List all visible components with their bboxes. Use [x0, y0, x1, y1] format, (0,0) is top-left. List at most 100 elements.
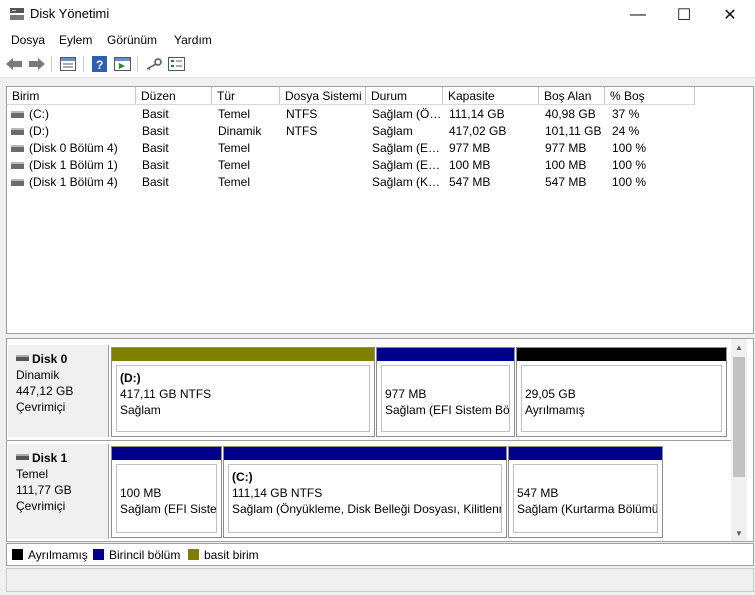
cell-duzen: Basit: [142, 124, 169, 138]
partition-bar: [377, 348, 514, 361]
disk-1-label[interactable]: Disk 1 Temel 111,77 GB Çevrimiçi: [8, 444, 109, 539]
cell-duzen: Basit: [142, 141, 169, 155]
column-header-tur[interactable]: Tür: [212, 87, 280, 105]
partition-bar: [112, 348, 374, 361]
menu-dosya[interactable]: Dosya: [11, 33, 45, 47]
column-header-durum[interactable]: Durum: [366, 87, 443, 105]
drive-icon: [11, 128, 24, 135]
cell-birim: (C:): [29, 107, 49, 121]
partition-label: (C:): [232, 470, 253, 484]
disk-1-size: 111,77 GB: [16, 483, 72, 497]
cell-bos-alan: 101,11 GB: [545, 124, 602, 138]
help-icon[interactable]: ?: [89, 55, 109, 73]
cell-dosya-sistemi: NTFS: [286, 124, 318, 138]
menu-gorunum[interactable]: Görünüm: [107, 33, 157, 47]
cell-tur: Temel: [218, 158, 251, 172]
legend-label-unallocated: Ayrılmamış: [28, 548, 88, 562]
cell-birim: (Disk 0 Bölüm 4): [29, 141, 118, 155]
cell-durum: Sağlam: [372, 124, 413, 138]
column-header-dosya-sistemi[interactable]: Dosya Sistemi: [280, 87, 366, 105]
partition-efi-disk1[interactable]: 100 MB Sağlam (EFI Sistem: [111, 446, 222, 538]
disk-0-type: Dinamik: [16, 368, 60, 382]
partition-label: (D:): [120, 371, 141, 385]
cell-tur: Dinamik: [218, 124, 262, 138]
cell-yuzde-bos: 100 %: [612, 175, 647, 189]
partition-unallocated[interactable]: 29,05 GB Ayrılmamış: [516, 347, 727, 437]
partition-d[interactable]: (D:) 417,11 GB NTFS Sağlam: [111, 347, 375, 437]
cell-duzen: Basit: [142, 107, 169, 121]
partition-status: Sağlam (EFI Sistem Bölü: [385, 403, 510, 417]
maximize-button[interactable]: ☐: [661, 0, 707, 29]
properties-icon[interactable]: [166, 55, 186, 73]
partition-bar: [224, 447, 506, 460]
cell-yuzde-bos: 24 %: [612, 124, 640, 138]
minimize-button[interactable]: —: [615, 0, 661, 29]
cell-durum: Sağlam (K…: [372, 175, 441, 189]
partition-c[interactable]: (C:) 111,14 GB NTFS Sağlam (Önyükleme, D…: [223, 446, 507, 538]
partition-status: Sağlam (EFI Sistem: [120, 502, 217, 516]
table-row[interactable]: (C:) Basit Temel NTFS Sağlam (Ö… 111,14 …: [7, 106, 747, 123]
scroll-up-arrow-icon[interactable]: ▲: [735, 343, 743, 352]
partition-size: 100 MB: [120, 486, 162, 500]
cell-bos-alan: 547 MB: [545, 175, 587, 189]
forward-arrow-icon[interactable]: [27, 55, 47, 73]
key-icon[interactable]: [143, 55, 163, 73]
partition-size: 977 MB: [385, 387, 427, 401]
column-header-kapasite[interactable]: Kapasite: [443, 87, 539, 105]
column-header-bos-alan[interactable]: Boş Alan: [539, 87, 605, 105]
svg-text:?: ?: [96, 58, 103, 72]
cell-tur: Temel: [218, 141, 251, 155]
legend-label-primary: Birincil bölüm: [109, 548, 181, 562]
column-header-birim[interactable]: Birim: [7, 87, 136, 105]
cell-durum: Sağlam (Ö…: [372, 107, 442, 121]
toolbar-separator: [137, 56, 138, 72]
close-button[interactable]: ✕: [707, 0, 753, 29]
partition-recovery[interactable]: 547 MB Sağlam (Kurtarma Bölümü: [508, 446, 663, 538]
disk-separator: [7, 440, 731, 441]
legend-swatch-simple: [188, 549, 199, 560]
disk-list-icon[interactable]: [58, 55, 78, 73]
cell-birim: (D:): [29, 124, 49, 138]
cell-kapasite: 547 MB: [449, 175, 491, 189]
column-header-duzen[interactable]: Düzen: [136, 87, 212, 105]
back-arrow-icon[interactable]: [4, 55, 24, 73]
disk-management-app-icon: [9, 7, 25, 21]
window-title: Disk Yönetimi: [30, 6, 110, 21]
drive-icon: [11, 179, 24, 186]
status-bar: [6, 568, 754, 592]
partition-status: Sağlam (Kurtarma Bölümü: [517, 502, 658, 516]
column-header-yuzde-bos[interactable]: % Boş: [605, 87, 695, 105]
table-row[interactable]: (D:) Basit Dinamik NTFS Sağlam 417,02 GB…: [7, 123, 747, 140]
cell-bos-alan: 977 MB: [545, 141, 587, 155]
console-icon[interactable]: [112, 55, 132, 73]
cell-birim: (Disk 1 Bölüm 4): [29, 175, 118, 189]
cell-duzen: Basit: [142, 175, 169, 189]
partition-size: 29,05 GB: [525, 387, 576, 401]
menu-eylem[interactable]: Eylem: [59, 33, 92, 47]
disk-icon: [16, 355, 29, 361]
drive-icon: [11, 145, 24, 152]
cell-tur: Temel: [218, 107, 251, 121]
disk-map-scrollbar[interactable]: ▲ ▼: [731, 339, 747, 541]
disk-0-name: Disk 0: [16, 351, 108, 367]
menu-yardim[interactable]: Yardım: [174, 33, 212, 47]
cell-duzen: Basit: [142, 158, 169, 172]
cell-birim: (Disk 1 Bölüm 1): [29, 158, 118, 172]
cell-kapasite: 417,02 GB: [449, 124, 507, 138]
disk-0-label[interactable]: Disk 0 Dinamik 447,12 GB Çevrimiçi: [8, 345, 109, 437]
drive-icon: [11, 162, 24, 169]
cell-durum: Sağlam (E…: [372, 158, 441, 172]
cell-durum: Sağlam (E…: [372, 141, 441, 155]
scroll-down-arrow-icon[interactable]: ▼: [735, 529, 743, 538]
scrollbar-thumb[interactable]: [733, 357, 745, 477]
table-row[interactable]: (Disk 1 Bölüm 1) Basit Temel Sağlam (E… …: [7, 157, 747, 174]
toolbar-separator: [51, 56, 52, 72]
partition-efi-disk0[interactable]: 977 MB Sağlam (EFI Sistem Bölü: [376, 347, 515, 437]
partition-size: 547 MB: [517, 486, 559, 500]
table-row[interactable]: (Disk 0 Bölüm 4) Basit Temel Sağlam (E… …: [7, 140, 747, 157]
legend-label-simple: basit birim: [204, 548, 259, 562]
legend-swatch-unallocated: [12, 549, 23, 560]
partition-bar: [112, 447, 221, 460]
table-row[interactable]: (Disk 1 Bölüm 4) Basit Temel Sağlam (K… …: [7, 174, 747, 191]
cell-yuzde-bos: 37 %: [612, 107, 640, 121]
